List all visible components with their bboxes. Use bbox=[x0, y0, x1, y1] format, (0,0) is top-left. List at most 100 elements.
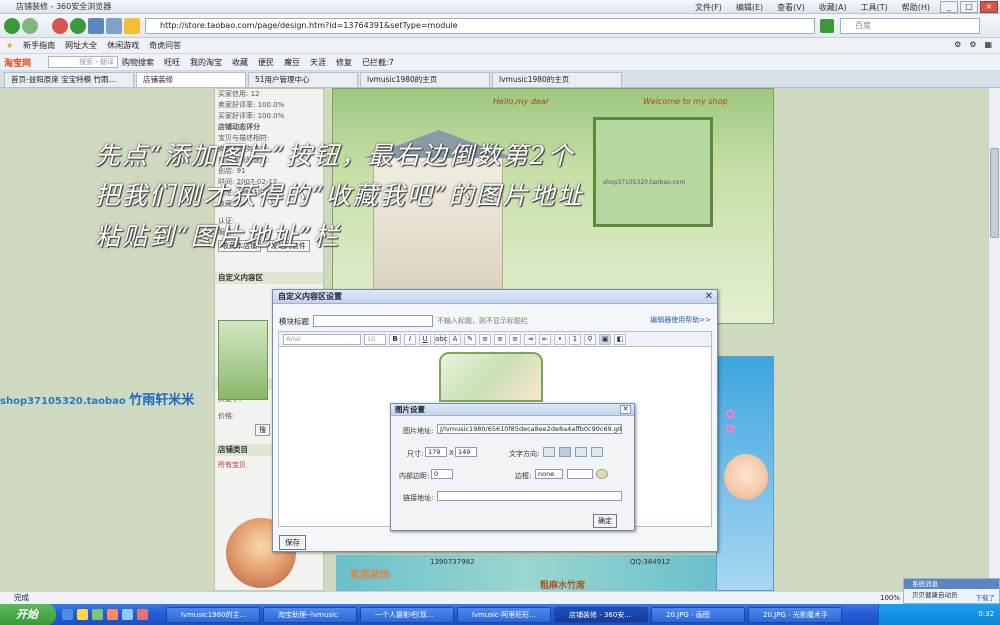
save-page-icon[interactable] bbox=[106, 18, 122, 34]
web-search-input[interactable]: 百度 bbox=[840, 18, 980, 34]
link-url-input[interactable] bbox=[437, 491, 622, 501]
tab-homepage-2[interactable]: lvmusic1980的主页 bbox=[492, 72, 622, 87]
border-width-select[interactable] bbox=[567, 469, 593, 479]
align-right-icon[interactable]: ≡ bbox=[509, 333, 521, 345]
minimize-button[interactable]: _ bbox=[940, 1, 958, 13]
font-family-select[interactable]: Arial bbox=[283, 333, 361, 345]
taskbar-item[interactable]: 一个人摄影吧(现... bbox=[360, 606, 454, 623]
refresh-icon[interactable] bbox=[70, 18, 86, 34]
taskbar-item[interactable]: lvmusic-阿里旺旺... bbox=[457, 606, 551, 623]
inserted-image[interactable] bbox=[439, 352, 543, 402]
tab-shop-home[interactable]: 首页-益阳原席 宝宝特模 竹雨... bbox=[4, 72, 134, 87]
module-title-input[interactable] bbox=[313, 315, 433, 327]
toolbar-item[interactable]: 我的淘宝 bbox=[190, 57, 222, 68]
bullet-list-icon[interactable]: • bbox=[554, 333, 566, 345]
toolbar-item[interactable]: 修复 bbox=[336, 57, 352, 68]
toolbar-item[interactable]: 旺旺 bbox=[164, 57, 180, 68]
gear-icon[interactable]: ⚙ bbox=[954, 40, 961, 49]
taskbar-item[interactable]: 20.JPG - 光影魔术手 bbox=[748, 606, 842, 623]
italic-icon[interactable]: I bbox=[404, 333, 416, 345]
toolbar-item[interactable]: 便民 bbox=[258, 57, 274, 68]
padding-stepper[interactable]: 0 bbox=[431, 469, 453, 479]
highlight-icon[interactable]: ✎ bbox=[464, 333, 476, 345]
security-shield-icon[interactable] bbox=[820, 19, 834, 33]
underline-icon[interactable]: U bbox=[419, 333, 431, 345]
ok-button[interactable]: 确定 bbox=[593, 514, 617, 528]
apps-icon[interactable]: ▦ bbox=[984, 40, 992, 49]
zoom-level[interactable]: 100% bbox=[880, 592, 900, 604]
image-url-input[interactable]: J/lvmusic1980/65610f85deca8ee2de8a4affb0… bbox=[437, 424, 622, 434]
toolbar-item[interactable]: 魔豆 bbox=[284, 57, 300, 68]
toolbar-item[interactable]: 已拦截:7 bbox=[362, 57, 394, 68]
close-window-button[interactable]: × bbox=[980, 1, 998, 13]
favorite-link[interactable]: 新手指南 bbox=[23, 40, 55, 51]
outdent-icon[interactable]: ⇤ bbox=[539, 333, 551, 345]
ie-icon[interactable] bbox=[62, 609, 73, 620]
toolbar-search-input[interactable]: 搜索・翻译 bbox=[48, 56, 118, 68]
close-icon[interactable]: ✕ bbox=[620, 405, 631, 414]
favorite-link[interactable]: 休闲游戏 bbox=[107, 40, 139, 51]
border-style-select[interactable]: none bbox=[535, 469, 563, 479]
desktop-icon[interactable] bbox=[77, 609, 88, 620]
favorite-star-icon[interactable] bbox=[124, 18, 140, 34]
insert-image-icon[interactable]: ▣ bbox=[599, 333, 611, 345]
maximize-button[interactable]: □ bbox=[960, 1, 978, 13]
width-input[interactable]: 179 bbox=[425, 447, 447, 457]
taskbar-item[interactable]: 淘宝助理--lvmusic bbox=[263, 606, 357, 623]
toolbar-item[interactable]: 天涯 bbox=[310, 57, 326, 68]
bold-icon[interactable]: B bbox=[389, 333, 401, 345]
align-center-icon[interactable]: ≡ bbox=[494, 333, 506, 345]
taobao-logo[interactable]: 淘宝网 bbox=[4, 56, 48, 69]
shop-search-button[interactable]: 搜 bbox=[255, 424, 270, 436]
back-icon[interactable] bbox=[4, 18, 20, 34]
strikethrough-icon[interactable]: abc bbox=[434, 333, 448, 345]
home-icon[interactable] bbox=[88, 18, 104, 34]
app-icon[interactable] bbox=[122, 609, 133, 620]
vertical-scrollbar[interactable] bbox=[988, 88, 1000, 591]
start-button[interactable]: 开始 bbox=[0, 604, 56, 625]
url-input[interactable]: http://store.taobao.com/page/design.htm?… bbox=[145, 18, 815, 34]
text-align-none-icon[interactable] bbox=[543, 447, 555, 457]
taskbar-item[interactable]: 店铺装修 - 360安... bbox=[554, 606, 648, 623]
forward-icon[interactable] bbox=[22, 18, 38, 34]
app-icon[interactable] bbox=[137, 609, 148, 620]
number-list-icon[interactable]: 1 bbox=[569, 333, 581, 345]
tools-icon[interactable]: ⚙ bbox=[969, 40, 976, 49]
scrollbar-thumb[interactable] bbox=[990, 148, 999, 238]
menu-tools[interactable]: 工具(T) bbox=[861, 2, 888, 13]
browser-icon[interactable] bbox=[92, 609, 103, 620]
text-align-right-icon[interactable] bbox=[591, 447, 603, 457]
menu-file[interactable]: 文件(F) bbox=[695, 2, 722, 13]
menu-help[interactable]: 帮助(H) bbox=[902, 2, 930, 13]
clock[interactable]: 0:32 bbox=[978, 610, 994, 618]
link-icon[interactable]: ⚲ bbox=[584, 333, 596, 345]
source-code-icon[interactable]: ◧ bbox=[614, 333, 626, 345]
favorite-link[interactable]: 奇虎问答 bbox=[149, 40, 181, 51]
menu-edit[interactable]: 编辑(E) bbox=[736, 2, 763, 13]
stop-icon[interactable] bbox=[52, 18, 68, 34]
tab-homepage-1[interactable]: lvmusic1980的主页 bbox=[360, 72, 490, 87]
text-color-icon[interactable]: A bbox=[449, 333, 461, 345]
align-left-icon[interactable]: ≡ bbox=[479, 333, 491, 345]
save-button[interactable]: 保存 bbox=[279, 535, 306, 550]
font-size-select[interactable]: 10 bbox=[364, 333, 386, 345]
menu-view[interactable]: 查看(V) bbox=[777, 2, 805, 13]
close-icon[interactable]: ✕ bbox=[705, 291, 713, 302]
taskbar-item[interactable]: lvmusic1980的主... bbox=[166, 606, 260, 623]
tab-user-center[interactable]: 51用户管理中心 bbox=[248, 72, 358, 87]
app-icon[interactable] bbox=[107, 609, 118, 620]
text-align-center-icon[interactable] bbox=[575, 447, 587, 457]
toolbar-item[interactable]: 收藏 bbox=[232, 57, 248, 68]
text-align-left-icon[interactable] bbox=[559, 447, 571, 457]
favorite-link[interactable]: 网址大全 bbox=[65, 40, 97, 51]
favorite-star-icon: ★ bbox=[6, 41, 14, 50]
notification-action[interactable]: 下载了 bbox=[976, 592, 996, 602]
menu-favorites[interactable]: 收藏(A) bbox=[819, 2, 847, 13]
taskbar-item[interactable]: 20.JPG - 画图 bbox=[651, 606, 745, 623]
tab-shop-design[interactable]: 店铺装修 bbox=[136, 72, 246, 87]
height-input[interactable]: 149 bbox=[455, 447, 477, 457]
indent-icon[interactable]: ⇥ bbox=[524, 333, 536, 345]
border-color-icon[interactable] bbox=[596, 469, 608, 479]
editor-help-link[interactable]: 编辑器使用帮助>> bbox=[650, 315, 711, 325]
toolbar-item[interactable]: 购物搜索 bbox=[122, 57, 154, 68]
